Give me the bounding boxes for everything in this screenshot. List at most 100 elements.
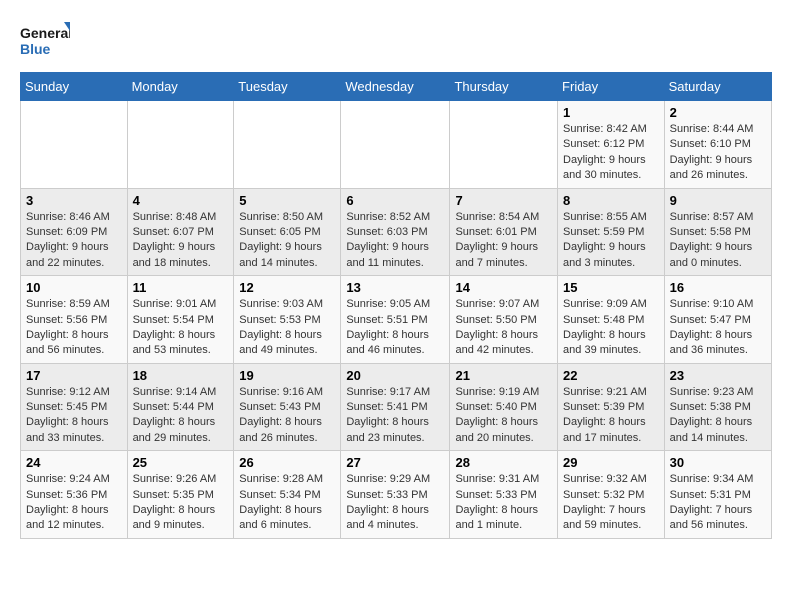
calendar-week-row: 1 Sunrise: 8:42 AM Sunset: 6:12 PM Daylig… [21,101,772,189]
day-info: Sunrise: 8:57 AM Sunset: 5:58 PM Dayligh… [670,210,766,272]
logo-svg: General Blue [20,20,70,62]
calendar-cell: 18 Sunrise: 9:14 AM Sunset: 5:44 PM Dayli… [127,363,234,451]
calendar-cell: 3 Sunrise: 8:46 AM Sunset: 6:09 PM Daylig… [21,188,128,276]
day-info: Sunrise: 9:26 AM Sunset: 5:35 PM Dayligh… [133,472,229,534]
calendar-cell [450,101,558,189]
calendar-cell [127,101,234,189]
day-number: 11 [133,280,229,295]
day-number: 28 [455,455,552,470]
calendar-cell: 14 Sunrise: 9:07 AM Sunset: 5:50 PM Dayli… [450,276,558,364]
day-number: 30 [670,455,766,470]
calendar-cell: 30 Sunrise: 9:34 AM Sunset: 5:31 PM Dayli… [664,451,771,539]
day-number: 22 [563,368,659,383]
day-info: Sunrise: 9:21 AM Sunset: 5:39 PM Dayligh… [563,385,659,447]
day-info: Sunrise: 8:59 AM Sunset: 5:56 PM Dayligh… [26,297,122,359]
weekday-header: Saturday [664,73,771,101]
calendar-cell: 9 Sunrise: 8:57 AM Sunset: 5:58 PM Daylig… [664,188,771,276]
day-info: Sunrise: 8:50 AM Sunset: 6:05 PM Dayligh… [239,210,335,272]
calendar-cell: 26 Sunrise: 9:28 AM Sunset: 5:34 PM Dayli… [234,451,341,539]
calendar-cell: 15 Sunrise: 9:09 AM Sunset: 5:48 PM Dayli… [558,276,665,364]
day-info: Sunrise: 9:03 AM Sunset: 5:53 PM Dayligh… [239,297,335,359]
calendar-cell: 24Sunrise: 9:24 AM Sunset: 5:36 PM Dayli… [21,451,128,539]
day-number: 15 [563,280,659,295]
day-info: Sunrise: 8:54 AM Sunset: 6:01 PM Dayligh… [455,210,552,272]
weekday-header-row: SundayMondayTuesdayWednesdayThursdayFrid… [21,73,772,101]
day-number: 4 [133,193,229,208]
day-info: Sunrise: 9:24 AM Sunset: 5:36 PM Dayligh… [26,472,122,534]
svg-text:Blue: Blue [20,41,51,57]
day-info: Sunrise: 8:52 AM Sunset: 6:03 PM Dayligh… [346,210,444,272]
day-number: 25 [133,455,229,470]
day-number: 9 [670,193,766,208]
day-number: 19 [239,368,335,383]
calendar-cell: 17 Sunrise: 9:12 AM Sunset: 5:45 PM Dayli… [21,363,128,451]
day-number: 2 [670,105,766,120]
day-number: 29 [563,455,659,470]
day-number: 8 [563,193,659,208]
day-number: 5 [239,193,335,208]
calendar-cell: 27Sunrise: 9:29 AM Sunset: 5:33 PM Dayli… [341,451,450,539]
calendar-week-row: 17 Sunrise: 9:12 AM Sunset: 5:45 PM Dayli… [21,363,772,451]
day-info: Sunrise: 9:34 AM Sunset: 5:31 PM Dayligh… [670,472,766,534]
day-info: Sunrise: 8:42 AM Sunset: 6:12 PM Dayligh… [563,122,659,184]
calendar-cell: 4 Sunrise: 8:48 AM Sunset: 6:07 PM Daylig… [127,188,234,276]
day-info: Sunrise: 9:14 AM Sunset: 5:44 PM Dayligh… [133,385,229,447]
weekday-header: Monday [127,73,234,101]
day-number: 10 [26,280,122,295]
day-info: Sunrise: 9:05 AM Sunset: 5:51 PM Dayligh… [346,297,444,359]
day-info: Sunrise: 8:48 AM Sunset: 6:07 PM Dayligh… [133,210,229,272]
day-number: 16 [670,280,766,295]
calendar-cell: 8 Sunrise: 8:55 AM Sunset: 5:59 PM Daylig… [558,188,665,276]
calendar-cell: 13 Sunrise: 9:05 AM Sunset: 5:51 PM Dayli… [341,276,450,364]
calendar-week-row: 3 Sunrise: 8:46 AM Sunset: 6:09 PM Daylig… [21,188,772,276]
calendar-cell: 20Sunrise: 9:17 AM Sunset: 5:41 PM Dayli… [341,363,450,451]
day-number: 3 [26,193,122,208]
calendar-cell: 1 Sunrise: 8:42 AM Sunset: 6:12 PM Daylig… [558,101,665,189]
day-number: 21 [455,368,552,383]
logo: General Blue [20,20,70,62]
calendar-cell: 11Sunrise: 9:01 AM Sunset: 5:54 PM Dayli… [127,276,234,364]
day-number: 17 [26,368,122,383]
day-number: 26 [239,455,335,470]
calendar-week-row: 10 Sunrise: 8:59 AM Sunset: 5:56 PM Dayli… [21,276,772,364]
weekday-header: Sunday [21,73,128,101]
calendar-cell: 21Sunrise: 9:19 AM Sunset: 5:40 PM Dayli… [450,363,558,451]
day-number: 7 [455,193,552,208]
day-number: 1 [563,105,659,120]
day-info: Sunrise: 9:32 AM Sunset: 5:32 PM Dayligh… [563,472,659,534]
day-number: 12 [239,280,335,295]
calendar-cell: 10 Sunrise: 8:59 AM Sunset: 5:56 PM Dayli… [21,276,128,364]
calendar-cell [234,101,341,189]
day-number: 20 [346,368,444,383]
calendar-cell [341,101,450,189]
calendar-table: SundayMondayTuesdayWednesdayThursdayFrid… [20,72,772,539]
day-number: 18 [133,368,229,383]
page-header: General Blue [20,20,772,62]
calendar-cell: 16 Sunrise: 9:10 AM Sunset: 5:47 PM Dayli… [664,276,771,364]
day-info: Sunrise: 8:55 AM Sunset: 5:59 PM Dayligh… [563,210,659,272]
day-info: Sunrise: 8:44 AM Sunset: 6:10 PM Dayligh… [670,122,766,184]
day-info: Sunrise: 9:09 AM Sunset: 5:48 PM Dayligh… [563,297,659,359]
calendar-cell [21,101,128,189]
day-number: 6 [346,193,444,208]
calendar-cell: 19Sunrise: 9:16 AM Sunset: 5:43 PM Dayli… [234,363,341,451]
day-number: 23 [670,368,766,383]
weekday-header: Tuesday [234,73,341,101]
day-info: Sunrise: 9:10 AM Sunset: 5:47 PM Dayligh… [670,297,766,359]
day-info: Sunrise: 8:46 AM Sunset: 6:09 PM Dayligh… [26,210,122,272]
calendar-cell: 25 Sunrise: 9:26 AM Sunset: 5:35 PM Dayli… [127,451,234,539]
calendar-cell: 28Sunrise: 9:31 AM Sunset: 5:33 PM Dayli… [450,451,558,539]
day-info: Sunrise: 9:23 AM Sunset: 5:38 PM Dayligh… [670,385,766,447]
weekday-header: Thursday [450,73,558,101]
day-number: 14 [455,280,552,295]
day-info: Sunrise: 9:07 AM Sunset: 5:50 PM Dayligh… [455,297,552,359]
day-number: 27 [346,455,444,470]
calendar-week-row: 24Sunrise: 9:24 AM Sunset: 5:36 PM Dayli… [21,451,772,539]
weekday-header: Friday [558,73,665,101]
weekday-header: Wednesday [341,73,450,101]
day-info: Sunrise: 9:28 AM Sunset: 5:34 PM Dayligh… [239,472,335,534]
calendar-cell: 7 Sunrise: 8:54 AM Sunset: 6:01 PM Daylig… [450,188,558,276]
day-info: Sunrise: 9:12 AM Sunset: 5:45 PM Dayligh… [26,385,122,447]
calendar-cell: 23 Sunrise: 9:23 AM Sunset: 5:38 PM Dayli… [664,363,771,451]
day-number: 13 [346,280,444,295]
